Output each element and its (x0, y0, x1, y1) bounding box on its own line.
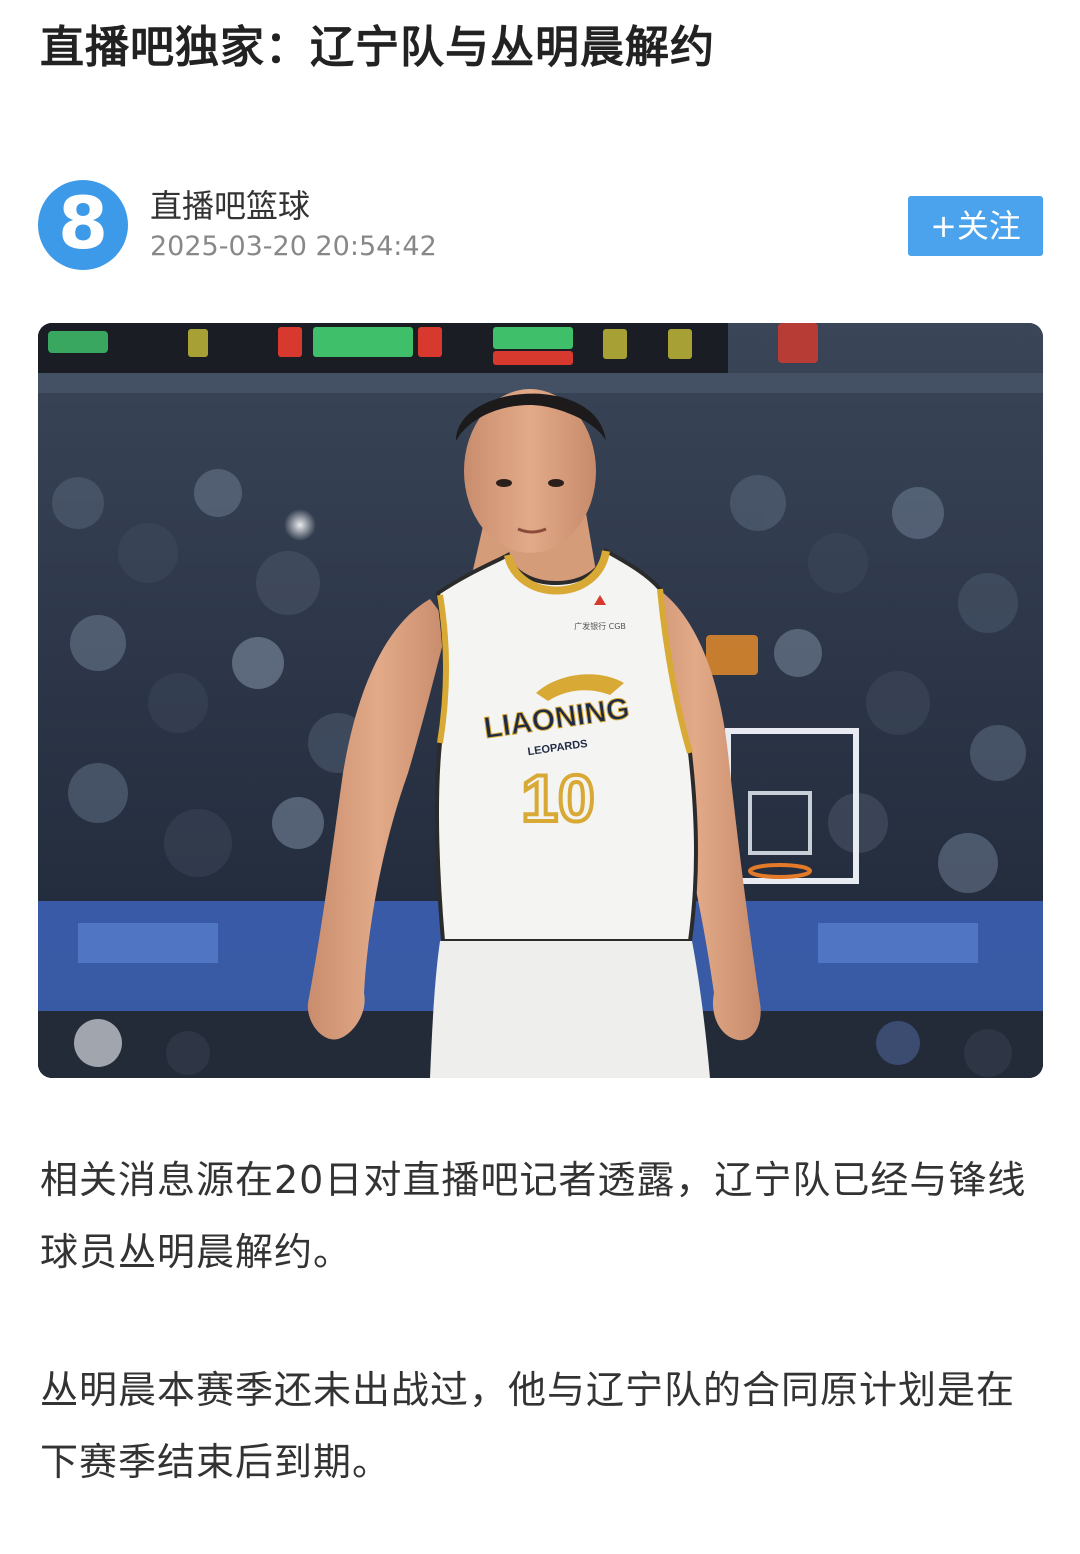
jersey-number-text: 10 (521, 761, 594, 835)
author-name[interactable]: 直播吧篮球 (150, 186, 310, 226)
publish-time: 2025-03-20 20:54:42 (150, 231, 437, 262)
author-avatar[interactable]: 8 (38, 180, 128, 270)
article-paragraph: 相关消息源在20日对直播吧记者透露，辽宁队已经与锋线球员丛明晨解约。 (40, 1158, 1027, 1274)
author-bar: 8 直播吧篮球 2025-03-20 20:54:42 +关注 (38, 180, 1043, 272)
article-photo[interactable]: LIAONING LEOPARDS 10 广发银行 CGB (38, 323, 1043, 1078)
follow-button[interactable]: +关注 (908, 196, 1043, 256)
jersey-sponsor-text: 广发银行 CGB (574, 621, 626, 631)
avatar-logo-icon: 8 (57, 181, 109, 265)
article-paragraph: 丛明晨本赛季还未出战过，他与辽宁队的合同原计划是在下赛季结束后到期。 (40, 1368, 1016, 1484)
player-photo-illustration: LIAONING LEOPARDS 10 广发银行 CGB (38, 323, 1043, 1078)
article-title: 直播吧独家：辽宁队与丛明晨解约 (40, 22, 715, 73)
